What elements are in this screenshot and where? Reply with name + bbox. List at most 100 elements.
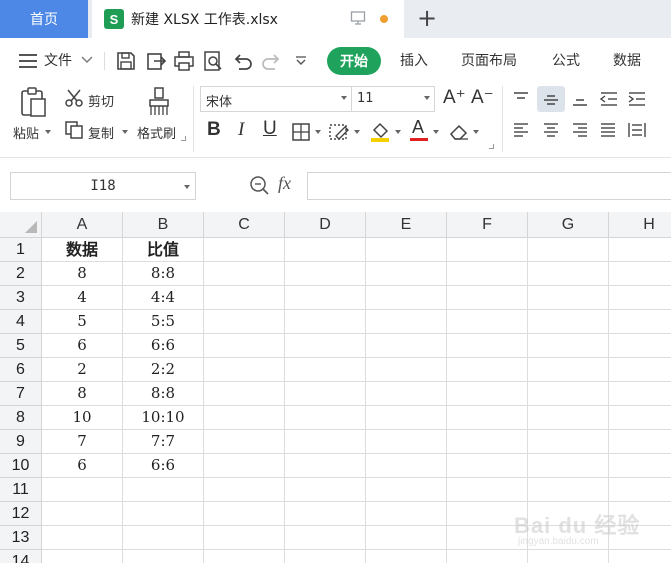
cell-b9[interactable]: 7:7 bbox=[123, 430, 204, 454]
cell-e8[interactable] bbox=[366, 406, 447, 430]
chevron-down-icon[interactable] bbox=[80, 52, 94, 66]
cell-b8[interactable]: 10:10 bbox=[123, 406, 204, 430]
column-header-d[interactable]: D bbox=[285, 212, 366, 238]
tab-insert[interactable]: 插入 bbox=[400, 50, 428, 70]
cell-b7[interactable]: 8:8 bbox=[123, 382, 204, 406]
cell-style-dropdown-caret[interactable] bbox=[354, 130, 360, 134]
undo-icon[interactable] bbox=[231, 50, 253, 72]
hamburger-menu-icon[interactable] bbox=[19, 54, 37, 68]
cell-e11[interactable] bbox=[366, 478, 447, 502]
zoom-formula-icon[interactable] bbox=[248, 174, 270, 196]
cell-h5[interactable] bbox=[609, 334, 671, 358]
cell-e9[interactable] bbox=[366, 430, 447, 454]
cell-h14[interactable] bbox=[609, 550, 671, 563]
cell-h4[interactable] bbox=[609, 310, 671, 334]
cell-c8[interactable] bbox=[204, 406, 285, 430]
cell-b11[interactable] bbox=[123, 478, 204, 502]
copy-button-label[interactable]: 复制 bbox=[88, 123, 114, 142]
cell-c1[interactable] bbox=[204, 238, 285, 262]
tab-formulas[interactable]: 公式 bbox=[552, 50, 580, 70]
cell-a12[interactable] bbox=[42, 502, 123, 526]
print-icon[interactable] bbox=[173, 50, 195, 72]
cell-g14[interactable] bbox=[528, 550, 609, 563]
borders-dropdown-caret[interactable] bbox=[315, 130, 321, 134]
row-header-4[interactable]: 4 bbox=[0, 310, 42, 334]
align-right-icon[interactable] bbox=[571, 121, 589, 139]
cell-a9[interactable]: 7 bbox=[42, 430, 123, 454]
bold-button[interactable]: B bbox=[207, 119, 221, 141]
cell-g8[interactable] bbox=[528, 406, 609, 430]
row-header-13[interactable]: 13 bbox=[0, 526, 42, 550]
cell-d10[interactable] bbox=[285, 454, 366, 478]
cell-b1[interactable]: 比值 bbox=[123, 238, 204, 262]
save-icon[interactable] bbox=[115, 50, 137, 72]
cell-b10[interactable]: 6:6 bbox=[123, 454, 204, 478]
cell-g2[interactable] bbox=[528, 262, 609, 286]
cell-f3[interactable] bbox=[447, 286, 528, 310]
cell-a11[interactable] bbox=[42, 478, 123, 502]
cell-b4[interactable]: 5:5 bbox=[123, 310, 204, 334]
cell-b13[interactable] bbox=[123, 526, 204, 550]
cell-g10[interactable] bbox=[528, 454, 609, 478]
paste-icon[interactable] bbox=[19, 86, 49, 118]
cell-c10[interactable] bbox=[204, 454, 285, 478]
cell-d9[interactable] bbox=[285, 430, 366, 454]
format-painter-icon[interactable] bbox=[146, 86, 172, 118]
cell-e2[interactable] bbox=[366, 262, 447, 286]
align-top-icon[interactable] bbox=[512, 90, 530, 108]
cell-e12[interactable] bbox=[366, 502, 447, 526]
cell-g5[interactable] bbox=[528, 334, 609, 358]
grow-font-button[interactable]: A⁺ bbox=[443, 86, 466, 109]
distributed-align-icon[interactable] bbox=[627, 121, 647, 139]
home-tab[interactable]: 首页 bbox=[0, 0, 88, 38]
eraser-icon[interactable] bbox=[448, 122, 470, 142]
more-chevron-icon[interactable] bbox=[294, 54, 308, 68]
cell-f2[interactable] bbox=[447, 262, 528, 286]
justify-icon[interactable] bbox=[599, 121, 617, 139]
cell-b2[interactable]: 8:8 bbox=[123, 262, 204, 286]
column-header-e[interactable]: E bbox=[366, 212, 447, 238]
column-header-h[interactable]: H bbox=[609, 212, 671, 238]
row-header-11[interactable]: 11 bbox=[0, 478, 42, 502]
align-bottom-icon[interactable] bbox=[571, 90, 589, 108]
cell-e7[interactable] bbox=[366, 382, 447, 406]
formula-input[interactable] bbox=[307, 172, 671, 200]
cell-e14[interactable] bbox=[366, 550, 447, 563]
cell-c13[interactable] bbox=[204, 526, 285, 550]
decrease-indent-icon[interactable] bbox=[599, 90, 619, 108]
cell-f10[interactable] bbox=[447, 454, 528, 478]
column-header-c[interactable]: C bbox=[204, 212, 285, 238]
cell-a2[interactable]: 8 bbox=[42, 262, 123, 286]
cell-a8[interactable]: 10 bbox=[42, 406, 123, 430]
cell-b6[interactable]: 2:2 bbox=[123, 358, 204, 382]
increase-indent-icon[interactable] bbox=[627, 90, 647, 108]
cell-d4[interactable] bbox=[285, 310, 366, 334]
cell-d6[interactable] bbox=[285, 358, 366, 382]
cell-a4[interactable]: 5 bbox=[42, 310, 123, 334]
row-header-14[interactable]: 14 bbox=[0, 550, 42, 563]
cell-h3[interactable] bbox=[609, 286, 671, 310]
document-tab[interactable]: S 新建 XLSX 工作表.xlsx bbox=[92, 0, 404, 38]
cell-b5[interactable]: 6:6 bbox=[123, 334, 204, 358]
cell-style-icon[interactable] bbox=[328, 122, 350, 142]
cell-h2[interactable] bbox=[609, 262, 671, 286]
font-name-select[interactable]: 宋体 bbox=[200, 86, 352, 112]
cell-d1[interactable] bbox=[285, 238, 366, 262]
font-color-button[interactable]: A bbox=[410, 117, 428, 143]
cell-c9[interactable] bbox=[204, 430, 285, 454]
name-box[interactable]: I18 bbox=[10, 172, 196, 200]
cell-d13[interactable] bbox=[285, 526, 366, 550]
row-header-5[interactable]: 5 bbox=[0, 334, 42, 358]
cell-a14[interactable] bbox=[42, 550, 123, 563]
format-painter-label[interactable]: 格式刷 bbox=[137, 123, 176, 142]
cell-h1[interactable] bbox=[609, 238, 671, 262]
cell-f4[interactable] bbox=[447, 310, 528, 334]
align-left-icon[interactable] bbox=[512, 121, 530, 139]
cell-a1[interactable]: 数据 bbox=[42, 238, 123, 262]
redo-icon[interactable] bbox=[261, 50, 283, 72]
cell-a13[interactable] bbox=[42, 526, 123, 550]
cell-e6[interactable] bbox=[366, 358, 447, 382]
row-header-6[interactable]: 6 bbox=[0, 358, 42, 382]
file-menu[interactable]: 文件 bbox=[44, 50, 72, 70]
export-icon[interactable] bbox=[145, 50, 167, 72]
